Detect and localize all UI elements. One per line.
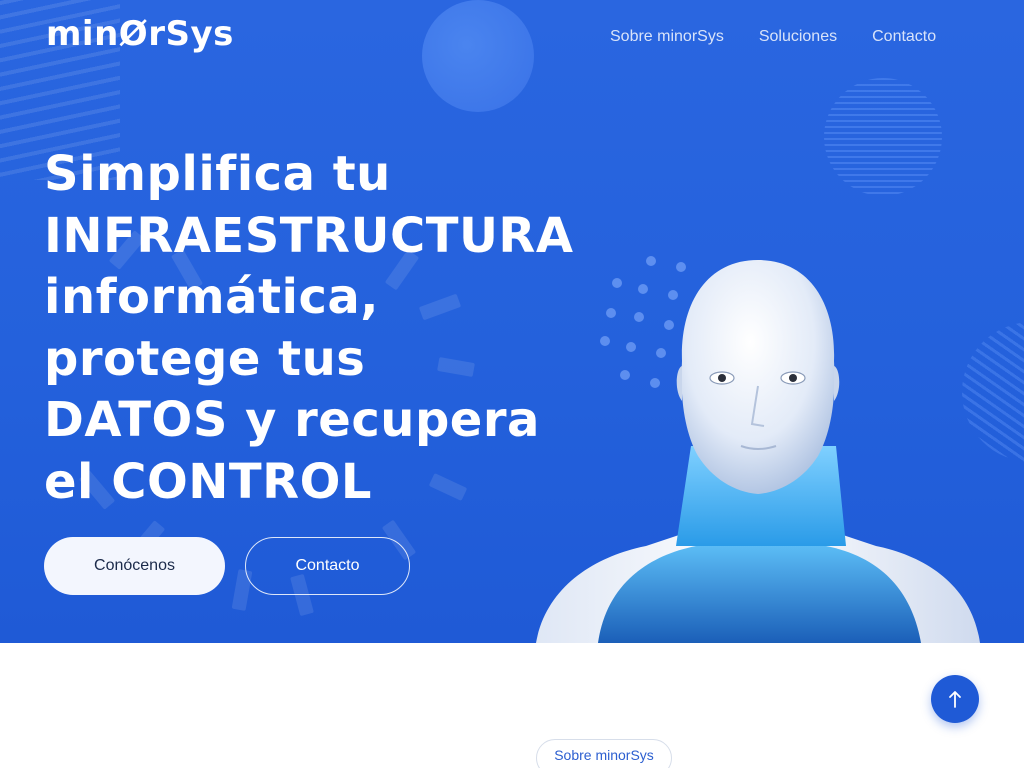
arrow-up-icon <box>949 691 961 708</box>
contacto-button[interactable]: Contacto <box>245 537 410 595</box>
headline-line: informática, <box>44 269 380 325</box>
section-tag: Sobre minorSys <box>536 739 672 768</box>
scroll-to-top-button[interactable] <box>931 675 979 723</box>
headline-line: el CONTROL <box>44 453 373 510</box>
hero-section: minØrSys Sobre minorSys Soluciones Conta… <box>0 0 1024 643</box>
decorative-striped-circle <box>824 78 942 196</box>
main-nav: Sobre minorSys Soluciones Contacto <box>610 28 971 46</box>
robot-figure-image <box>536 260 980 643</box>
headline-line: DATOS y recupera <box>44 392 540 448</box>
hero-headline: Simplifica tu INFRAESTRUCTURA informátic… <box>44 144 604 513</box>
headline-line: protege tus <box>44 330 366 387</box>
headline-line: INFRAESTRUCTURA <box>44 207 574 264</box>
nav-item-sobre[interactable]: Sobre minorSys <box>610 28 724 46</box>
headline-line: Simplifica tu <box>44 146 391 202</box>
nav-item-soluciones[interactable]: Soluciones <box>759 28 837 46</box>
decorative-circle <box>422 0 534 112</box>
conocenos-button[interactable]: Conócenos <box>44 537 225 595</box>
nav-item-contacto[interactable]: Contacto <box>872 28 936 46</box>
brand-logo[interactable]: minØrSys <box>46 14 234 54</box>
